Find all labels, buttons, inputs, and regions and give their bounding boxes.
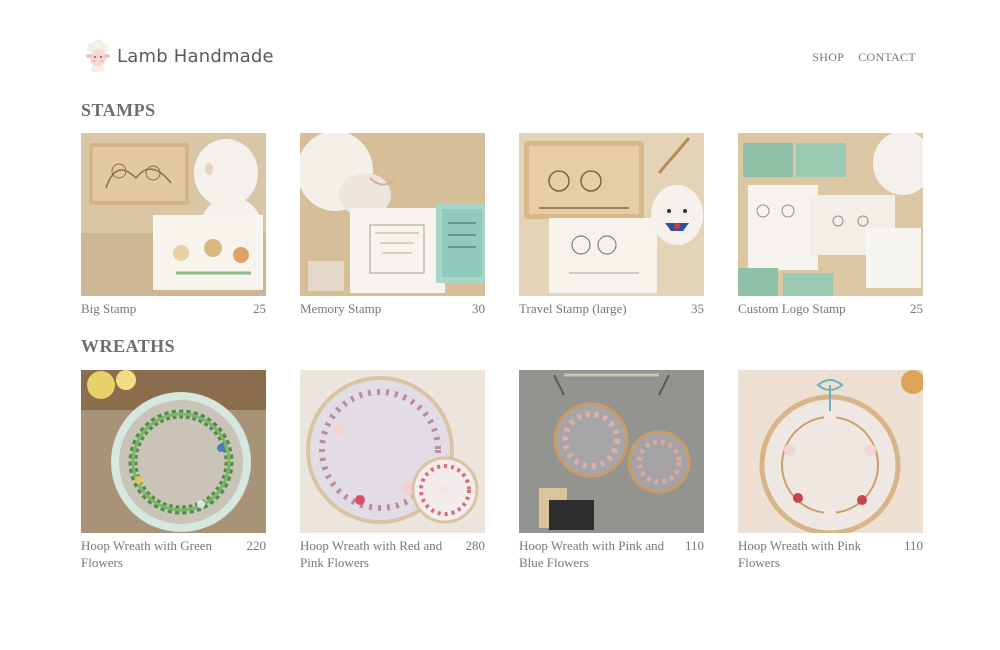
section-title-wreaths: WREATHS [81,336,176,356]
nav-shop-link[interactable]: SHOP [812,50,844,65]
product-card[interactable]: Hoop Wreath with Red and Pink Flowers 28… [300,370,485,571]
product-price: 25 [253,301,266,316]
product-card[interactable]: Hoop Wreath with Pink Flowers 110 [738,370,923,571]
product-name: Hoop Wreath with Green Flowers [81,538,213,570]
product-name: Hoop Wreath with Red and Pink Flowers [300,538,443,570]
product-card[interactable]: Memory Stamp 30 [300,133,485,317]
site-header: Lamb Handmade SHOP CONTACT [81,38,924,78]
product-card[interactable]: Travel Stamp (large) 35 [519,133,704,317]
product-card[interactable]: Big Stamp 25 [81,133,266,317]
product-image [81,370,266,533]
main-nav: SHOP CONTACT [812,50,916,65]
product-image [300,133,485,296]
section-title-stamps: STAMPS [81,100,156,120]
product-name: Travel Stamp (large) [519,301,627,316]
product-name: Hoop Wreath with Pink Flowers [738,538,862,570]
product-card[interactable]: Hoop Wreath with Green Flowers 220 [81,370,266,571]
nav-contact-link[interactable]: CONTACT [858,50,916,65]
product-price: 220 [246,538,267,553]
product-card[interactable]: Custom Logo Stamp 25 [738,133,923,317]
product-image [81,133,266,296]
product-card[interactable]: Hoop Wreath with Pink and Blue Flowers 1… [519,370,704,571]
product-name: Custom Logo Stamp [738,301,846,316]
product-image [738,133,923,296]
product-image [300,370,485,533]
product-image [738,370,923,533]
product-price: 30 [472,301,485,316]
product-price: 25 [910,301,923,316]
product-name: Memory Stamp [300,301,382,316]
product-name: Big Stamp [81,301,137,316]
product-name: Hoop Wreath with Pink and Blue Flowers [519,538,665,570]
lamb-icon [86,39,110,72]
product-price: 280 [465,538,486,553]
product-price: 110 [684,538,704,553]
brand-name: Lamb Handmade [117,45,274,67]
product-image [519,133,704,296]
product-price: 35 [691,301,704,316]
product-price: 110 [903,538,923,553]
product-image [519,370,704,533]
brand-logo[interactable]: Lamb Handmade [85,38,274,74]
